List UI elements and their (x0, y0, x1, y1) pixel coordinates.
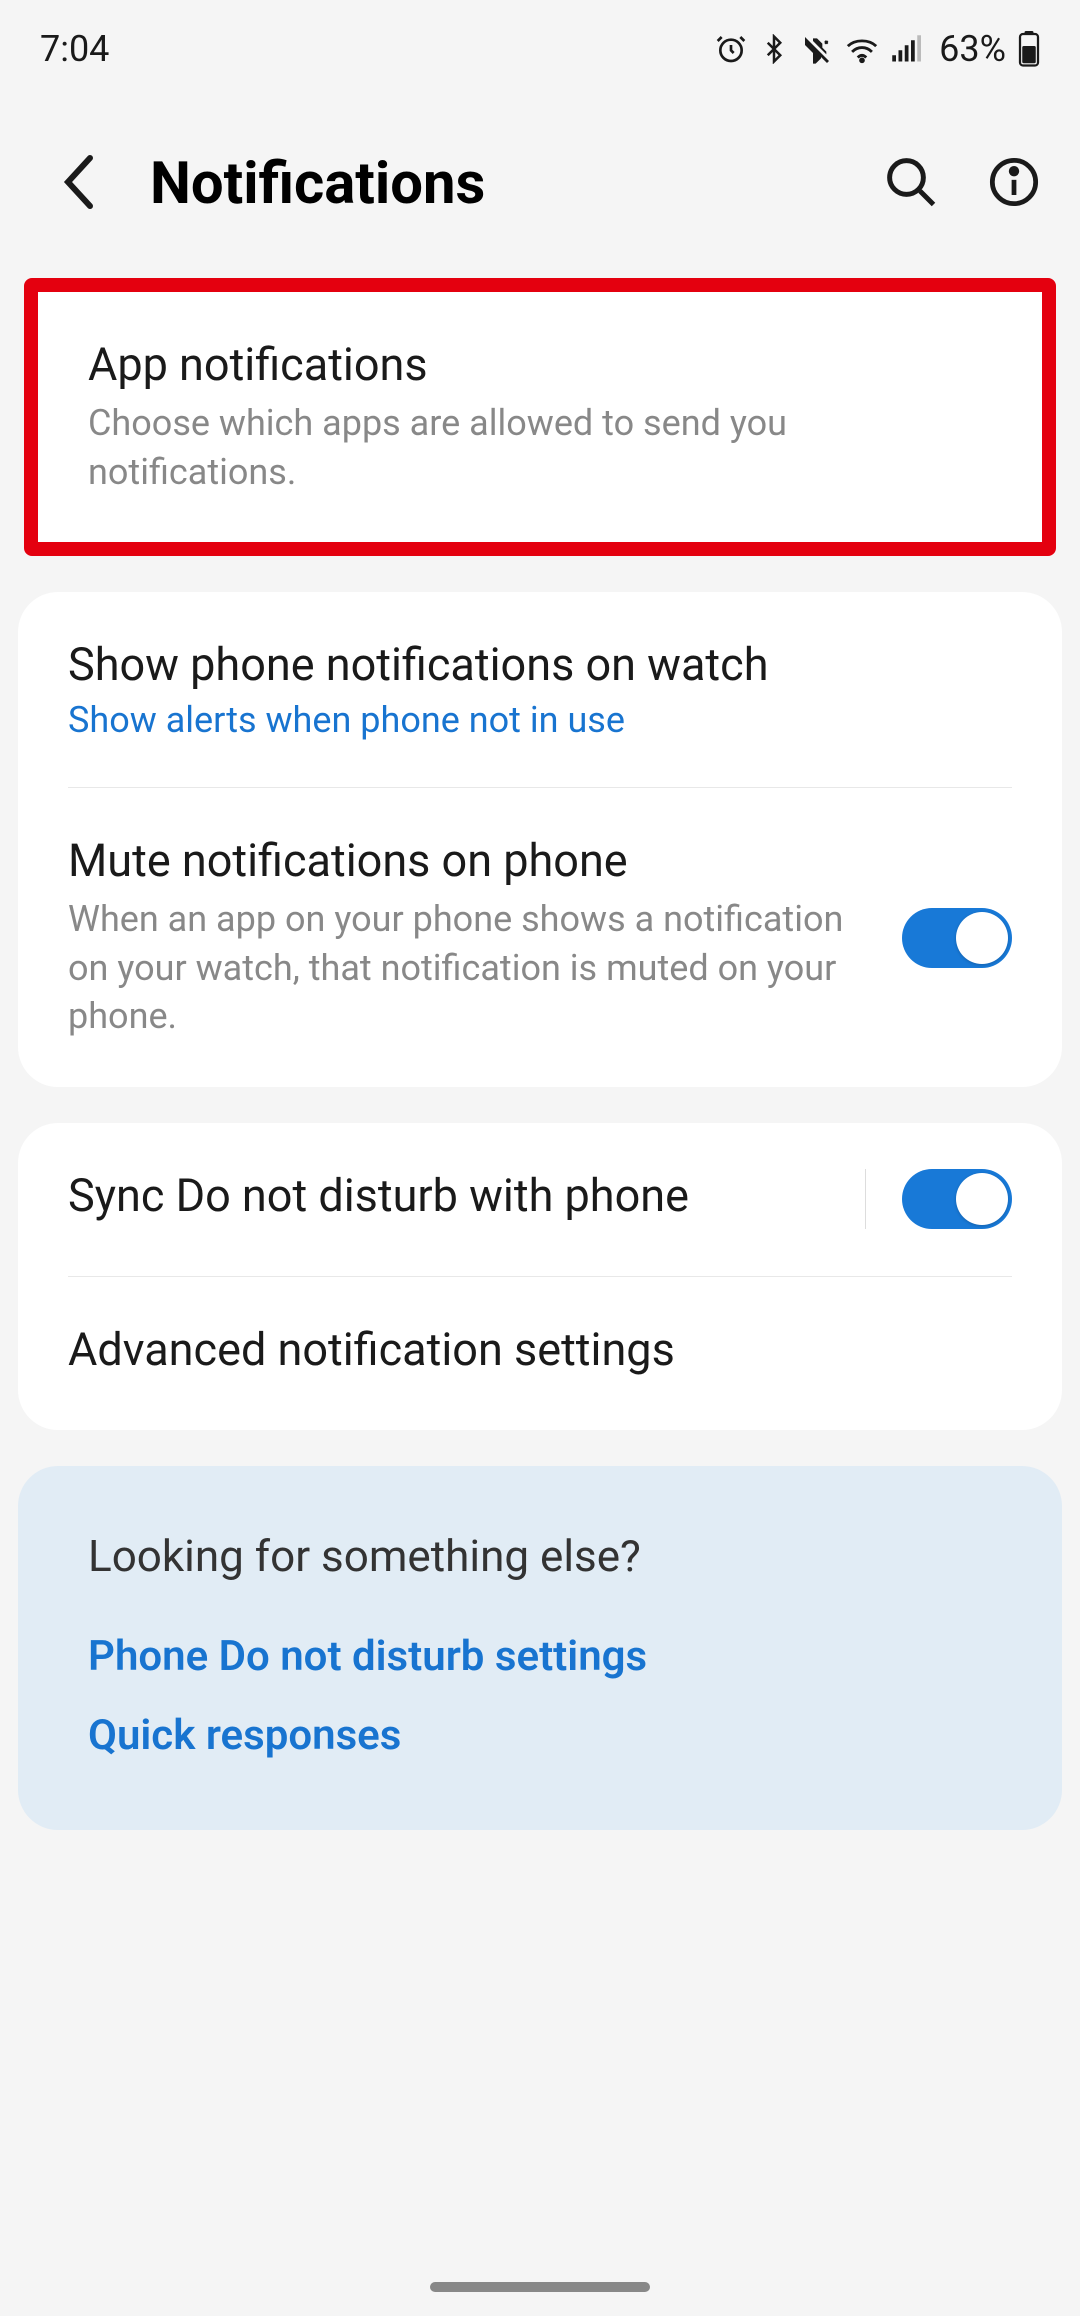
setting-title: Sync Do not disturb with phone (68, 1169, 825, 1222)
divider (865, 1169, 866, 1229)
watch-settings-card: Show phone notifications on watch Show a… (18, 592, 1062, 1087)
bluetooth-icon (759, 34, 789, 64)
status-icons: 63% (715, 28, 1040, 70)
sync-dnd-toggle[interactable] (902, 1169, 1012, 1229)
setting-desc: When an app on your phone shows a notifi… (68, 895, 882, 1041)
battery-percent: 63% (939, 28, 1006, 70)
wifi-icon (845, 34, 879, 64)
tip-title: Looking for something else? (88, 1530, 992, 1582)
battery-icon (1018, 31, 1040, 67)
dnd-advanced-card: Sync Do not disturb with phone Advanced … (18, 1123, 1062, 1430)
mute-notifications-item[interactable]: Mute notifications on phone When an app … (18, 788, 1062, 1087)
setting-title: Advanced notification settings (68, 1323, 992, 1376)
alarm-icon (715, 33, 747, 65)
page-header: Notifications (0, 90, 1080, 278)
info-button[interactable] (988, 156, 1040, 212)
app-notifications-item[interactable]: App notifications Choose which apps are … (24, 278, 1056, 556)
status-bar: 7:04 63% (0, 0, 1080, 90)
signal-icon (891, 35, 921, 63)
status-time: 7:04 (40, 28, 109, 70)
quick-responses-link[interactable]: Quick responses (88, 1711, 992, 1760)
sync-dnd-item[interactable]: Sync Do not disturb with phone (18, 1123, 1062, 1276)
back-button[interactable] (60, 152, 100, 216)
app-notifications-desc: Choose which apps are allowed to send yo… (88, 399, 972, 496)
mute-toggle[interactable] (902, 908, 1012, 968)
tip-card: Looking for something else? Phone Do not… (18, 1466, 1062, 1830)
setting-desc: Show alerts when phone not in use (68, 699, 992, 741)
dnd-settings-link[interactable]: Phone Do not disturb settings (88, 1632, 992, 1681)
setting-title: Show phone notifications on watch (68, 638, 992, 691)
setting-title: Mute notifications on phone (68, 834, 882, 887)
mute-icon (801, 33, 833, 65)
show-phone-notifications-item[interactable]: Show phone notifications on watch Show a… (18, 592, 1062, 787)
search-button[interactable] (884, 155, 938, 213)
home-indicator[interactable] (430, 2282, 650, 2292)
app-notifications-title: App notifications (88, 338, 972, 391)
page-title: Notifications (150, 150, 884, 218)
advanced-settings-item[interactable]: Advanced notification settings (18, 1277, 1062, 1430)
